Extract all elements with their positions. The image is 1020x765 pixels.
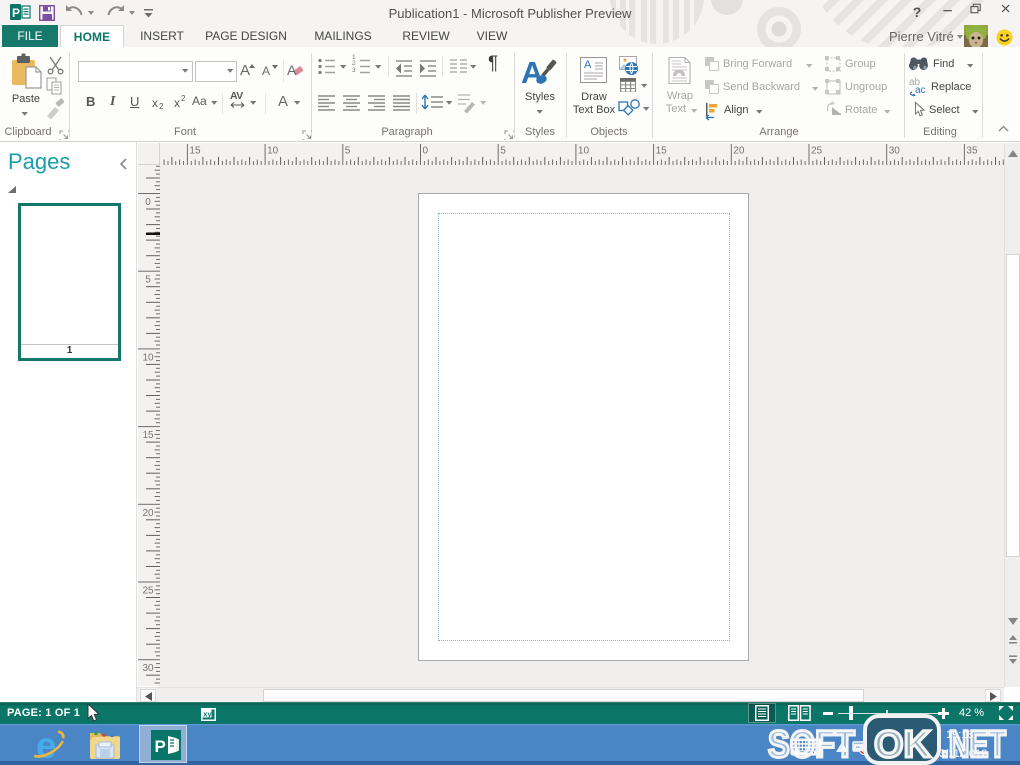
svg-text:e: e — [36, 725, 57, 765]
svg-text:30: 30 — [889, 146, 901, 157]
svg-text:25: 25 — [142, 586, 154, 597]
svg-text:5: 5 — [145, 275, 151, 286]
svg-text:.NET: .NET — [941, 724, 1006, 765]
svg-text:15: 15 — [189, 146, 201, 157]
svg-text:35: 35 — [966, 146, 978, 157]
svg-text:25: 25 — [811, 146, 823, 157]
svg-text:30: 30 — [142, 663, 154, 674]
svg-text:15: 15 — [656, 146, 668, 157]
svg-text:0: 0 — [145, 197, 151, 208]
svg-text:5: 5 — [345, 146, 351, 157]
svg-text:15: 15 — [142, 430, 154, 441]
svg-text:5: 5 — [500, 146, 506, 157]
svg-text:10: 10 — [142, 352, 154, 363]
svg-text:20: 20 — [142, 508, 154, 519]
svg-text:10: 10 — [578, 146, 590, 157]
svg-text:10: 10 — [267, 146, 279, 157]
svg-text:0: 0 — [423, 146, 429, 157]
svg-text:P: P — [155, 737, 166, 756]
svg-text:P: P — [12, 6, 20, 20]
svg-text:OK: OK — [874, 724, 932, 765]
svg-text:20: 20 — [733, 146, 745, 157]
svg-text:xy: xy — [203, 710, 212, 719]
svg-text:SOFT-: SOFT- — [768, 724, 864, 765]
